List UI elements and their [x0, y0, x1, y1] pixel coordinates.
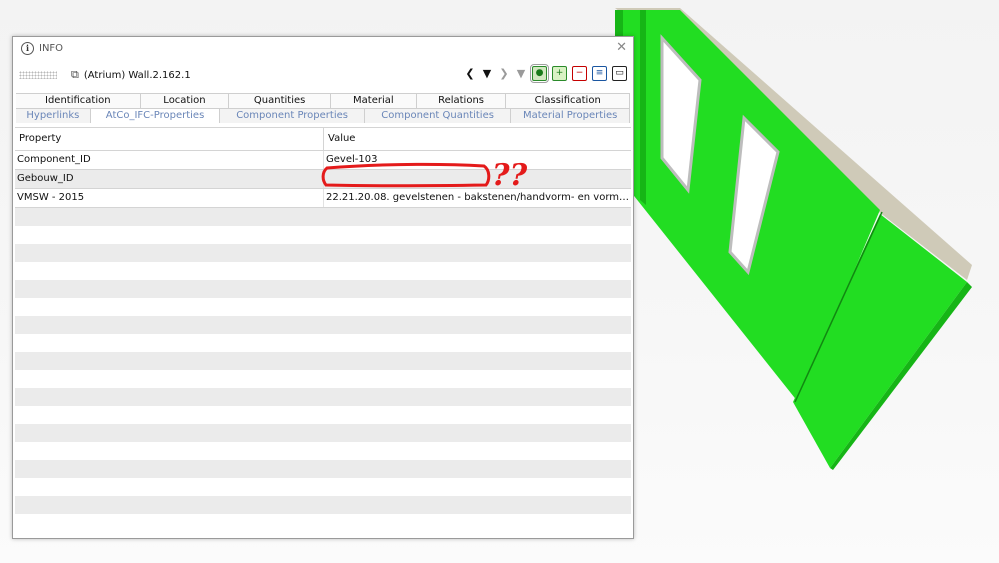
tab-material[interactable]: Material — [330, 93, 417, 108]
tabs-row-primary: Identification Location Quantities Mater… — [16, 93, 630, 108]
object-label: (Atrium) Wall.2.162.1 — [83, 69, 191, 81]
wall-panel-edge — [640, 10, 646, 205]
tab-component-quantities[interactable]: Component Quantities — [364, 108, 512, 123]
title-bar[interactable]: i INFO ✕ — [13, 37, 633, 59]
empty-row — [15, 370, 631, 388]
column-header-value[interactable]: Value — [323, 128, 631, 150]
previous-icon[interactable]: ❮ — [464, 67, 476, 80]
column-header-property[interactable]: Property — [15, 128, 323, 150]
drag-grip-icon[interactable] — [19, 71, 57, 79]
tab-location[interactable]: Location — [140, 93, 230, 108]
empty-row — [15, 316, 631, 334]
empty-row — [15, 244, 631, 262]
table-row[interactable]: VMSW - 2015 22.21.20.08. gevelstenen - b… — [15, 189, 631, 208]
property-value: 22.21.20.08. gevelstenen - bakstenen/han… — [323, 189, 631, 207]
property-value: Gevel-103 — [323, 151, 631, 169]
empty-row — [15, 226, 631, 244]
empty-row — [15, 298, 631, 316]
tab-relations[interactable]: Relations — [416, 93, 507, 108]
grid-header: Property Value — [15, 128, 631, 151]
property-name: Component_ID — [17, 154, 91, 165]
tab-quantities[interactable]: Quantities — [229, 93, 331, 108]
empty-row — [15, 424, 631, 442]
more-dropdown-icon[interactable]: ▼ — [515, 67, 527, 80]
tabs-row-secondary: Hyperlinks AtCo_IFC-Properties Component… — [16, 108, 630, 123]
clipboard-icon[interactable]: ≡ — [592, 66, 607, 81]
property-name: Gebouw_ID — [17, 173, 74, 184]
empty-row — [15, 496, 631, 514]
tab-hyperlinks[interactable]: Hyperlinks — [16, 108, 91, 123]
empty-row — [15, 514, 631, 532]
empty-rows — [15, 208, 631, 532]
table-row[interactable]: Gebouw_ID — [15, 170, 631, 189]
window-toggle-icon[interactable]: ▭ — [612, 66, 627, 81]
tab-classification[interactable]: Classification — [506, 93, 630, 108]
remove-clipboard-icon[interactable]: − — [572, 66, 587, 81]
empty-row — [15, 334, 631, 352]
close-icon[interactable]: ✕ — [616, 40, 627, 55]
properties-grid: Property Value Component_ID Gevel-103 Ge… — [15, 127, 631, 538]
highlight-object-icon[interactable]: ● — [530, 64, 549, 83]
info-panel: i INFO ✕ ⧉ (Atrium) Wall.2.162.1 ❮ ▼ ❯ ▼… — [12, 36, 634, 539]
table-row[interactable]: Component_ID Gevel-103 — [15, 151, 631, 170]
empty-row — [15, 280, 631, 298]
tab-identification[interactable]: Identification — [16, 93, 141, 108]
wall-object-icon: ⧉ — [71, 68, 79, 81]
empty-row — [15, 478, 631, 496]
window-title: INFO — [39, 42, 64, 54]
empty-row — [15, 388, 631, 406]
toolbar-actions: ❮ ▼ ❯ ▼ ● + − ≡ ▭ — [464, 64, 627, 83]
empty-row — [15, 208, 631, 226]
tab-component-properties[interactable]: Component Properties — [220, 108, 365, 123]
tab-atco-ifc-properties[interactable]: AtCo_IFC-Properties — [90, 108, 221, 123]
dropdown-icon[interactable]: ▼ — [481, 67, 493, 80]
property-name: VMSW - 2015 — [17, 192, 85, 203]
empty-row — [15, 460, 631, 478]
add-clipboard-icon[interactable]: + — [552, 66, 567, 81]
empty-row — [15, 352, 631, 370]
empty-row — [15, 442, 631, 460]
empty-row — [15, 406, 631, 424]
toolbar: ⧉ (Atrium) Wall.2.162.1 ❮ ▼ ❯ ▼ ● + − ≡ … — [13, 64, 633, 86]
next-icon[interactable]: ❯ — [498, 67, 510, 80]
property-value — [323, 170, 631, 188]
tab-material-properties[interactable]: Material Properties — [511, 108, 630, 123]
info-icon: i — [21, 41, 34, 55]
empty-row — [15, 262, 631, 280]
